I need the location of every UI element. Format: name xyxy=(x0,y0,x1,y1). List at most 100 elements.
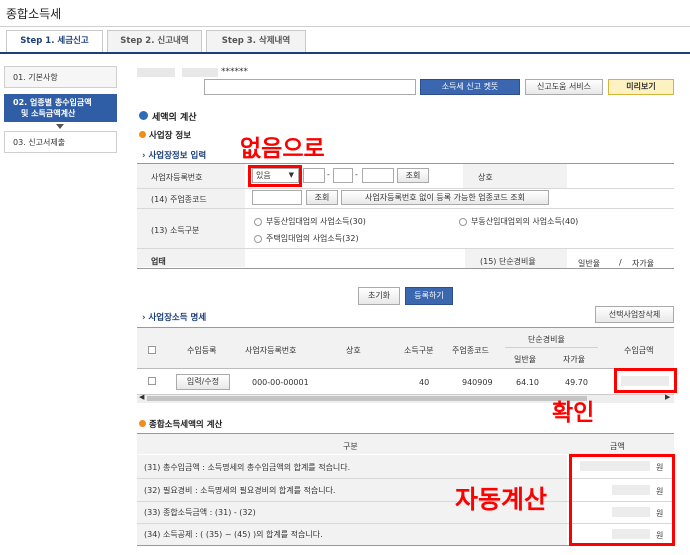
income-table-title-text: 사업장소득 명세 xyxy=(148,313,207,323)
section-bullet-icon xyxy=(139,111,148,120)
row-checkbox[interactable] xyxy=(148,377,156,385)
biz-info-title: 사업장 정보 xyxy=(149,131,192,141)
col-general: 일반율 xyxy=(514,355,537,364)
help-service-label: 신고도움 서비스 xyxy=(536,82,592,91)
radio-icon xyxy=(254,234,262,243)
radio-non-rental[interactable]: 부동산임대업외의 사업소득(40) xyxy=(459,216,578,227)
radio-rental[interactable]: 부동산임대업의 사업소득(30) xyxy=(254,216,366,227)
annotation-auto: 자동계산 xyxy=(455,485,548,514)
form-bottom-border xyxy=(137,268,674,269)
total-row-label: (33) 종합소득금액 : (31) - (32) xyxy=(144,508,256,517)
annotation-none: 없음으로 xyxy=(240,136,325,162)
title-divider xyxy=(0,26,690,27)
biz-input-title-text: 사업장정보 입력 xyxy=(148,151,207,161)
reg-no-part3[interactable] xyxy=(362,168,394,183)
row-divider xyxy=(137,208,674,209)
reg-no-part2[interactable] xyxy=(333,168,353,183)
highlight-box-revenue xyxy=(614,368,677,393)
col-name: 상호 xyxy=(346,346,361,355)
sidebar-item-label-2: 및 소득금액계산 xyxy=(21,109,76,118)
biz-input-title: › 사업장정보 입력 xyxy=(142,151,207,161)
row-general: 64.10 xyxy=(516,378,539,387)
select-all-checkbox[interactable] xyxy=(148,346,156,354)
subsection-bullet-icon xyxy=(139,420,146,427)
income-table-title: › 사업장소득 명세 xyxy=(142,313,207,323)
scroll-right-icon[interactable]: ▶ xyxy=(665,393,670,401)
header-subdivider xyxy=(505,347,598,348)
tab-underline xyxy=(0,52,690,54)
trade-name-label: 상호 xyxy=(478,173,493,182)
radio-housing[interactable]: 주택임대업의 사업소득(32) xyxy=(254,233,359,244)
masked-block xyxy=(182,68,218,77)
sidebar-item-income[interactable]: 02. 업종별 총수입금액 및 소득금액계산 xyxy=(4,94,117,122)
total-row-label: (34) 소득공제 : ( (35) ~ (45) )의 합계를 적습니다. xyxy=(144,530,323,539)
row-divider xyxy=(137,188,674,189)
app-title: 종합소득세 xyxy=(6,7,62,21)
tab-step2[interactable]: Step 2. 신고내역 xyxy=(107,30,202,52)
preview-label: 미리보기 xyxy=(626,82,656,91)
income-type-label: (13) 소득구분 xyxy=(151,226,200,235)
col-code: 주업종코드 xyxy=(452,346,489,355)
radio-non-rental-label: 부동산임대업외의 사업소득(40) xyxy=(471,217,579,226)
highlight-box-select xyxy=(248,165,302,187)
sidebar-item-label: 03. 신고서제출 xyxy=(13,137,66,147)
reg-dash: - xyxy=(355,170,358,179)
col-amount: 금액 xyxy=(610,442,625,451)
reset-button[interactable]: 초기화 xyxy=(358,287,400,305)
section-title-calc: 세액의 계산 xyxy=(152,113,197,123)
radio-icon xyxy=(254,217,262,226)
total-row-label: (31) 총수입금액 : 소득명세의 총수입금액의 합계를 적습니다. xyxy=(144,463,351,472)
sidebar-item-label: 02. 업종별 총수입금액 xyxy=(13,98,92,107)
info-field xyxy=(204,79,416,95)
edit-income-label: 입력/수정 xyxy=(186,377,220,386)
help-service-button[interactable]: 신고도움 서비스 xyxy=(525,79,603,95)
row-divider xyxy=(137,248,674,249)
quick-guide-label: 소득세 신고 켓뜻 xyxy=(441,82,499,91)
quick-guide-button[interactable]: 소득세 신고 켓뜻 xyxy=(420,79,520,95)
rate-separator: / xyxy=(619,258,622,267)
sidebar-item-basic[interactable]: 01. 기본사항 xyxy=(4,66,117,88)
tab-step3[interactable]: Step 3. 삭제내역 xyxy=(206,30,306,52)
total-row-label: (32) 필요경비 : 소득명세의 필요경비의 합계를 적습니다. xyxy=(144,486,336,495)
col-type: 소득구분 xyxy=(404,346,434,355)
radio-icon xyxy=(459,217,467,226)
delete-selected-label: 선택사업장삭제 xyxy=(608,310,661,319)
scroll-left-icon[interactable]: ◀ xyxy=(139,393,144,401)
lookup-label: 조회 xyxy=(405,171,421,180)
industry-code-input[interactable] xyxy=(252,190,302,205)
reg-dash: - xyxy=(327,170,330,179)
sidebar-item-submit[interactable]: 03. 신고서제출 xyxy=(4,131,117,153)
reg-lookup-button[interactable]: 조회 xyxy=(397,168,429,183)
industry-lookup-button[interactable]: 조회 xyxy=(306,190,338,205)
highlight-box-amounts xyxy=(569,454,675,546)
industry-noreg-label: 사업자등록번호 없이 등록 가능한 업종코드 조회 xyxy=(365,193,525,202)
delete-selected-button[interactable]: 선택사업장삭제 xyxy=(595,306,674,323)
register-button[interactable]: 등록하기 xyxy=(405,287,453,305)
annotation-confirm: 확인 xyxy=(552,400,595,426)
business-label: 업태 xyxy=(151,257,166,266)
masked-id: ****** xyxy=(221,67,248,77)
col-register: 수입등록 xyxy=(187,346,217,355)
col-reg-no: 사업자등록번호 xyxy=(245,346,297,355)
row-self: 49.70 xyxy=(565,378,588,387)
tab-step1[interactable]: Step 1. 세금신고 xyxy=(6,30,103,53)
industry-code-label: (14) 주업종코드 xyxy=(151,195,207,204)
total-table-header xyxy=(137,434,674,454)
row-reg-no: 000-00-00001 xyxy=(252,378,309,387)
reset-label: 초기화 xyxy=(367,291,391,300)
scrollbar-thumb[interactable] xyxy=(147,396,587,401)
total-calc-title: 종합소득세액의 계산 xyxy=(149,420,223,430)
edit-income-button[interactable]: 입력/수정 xyxy=(176,374,230,390)
reg-no-part1[interactable] xyxy=(303,168,325,183)
sidebar-item-label: 01. 기본사항 xyxy=(13,72,58,82)
col-revenue: 수입금액 xyxy=(624,346,654,355)
row-type: 40 xyxy=(419,378,430,387)
simple-rate-label: (15) 단순경비율 xyxy=(480,257,536,266)
industry-lookup-label: 조회 xyxy=(314,193,330,202)
industry-noreg-lookup-button[interactable]: 사업자등록번호 없이 등록 가능한 업종코드 조회 xyxy=(341,190,549,205)
register-label: 등록하기 xyxy=(414,291,444,300)
preview-button[interactable]: 미리보기 xyxy=(608,79,674,95)
chevron-down-icon xyxy=(56,124,64,129)
reg-no-label: 사업자등록번호 xyxy=(151,173,203,182)
masked-block xyxy=(137,68,175,77)
